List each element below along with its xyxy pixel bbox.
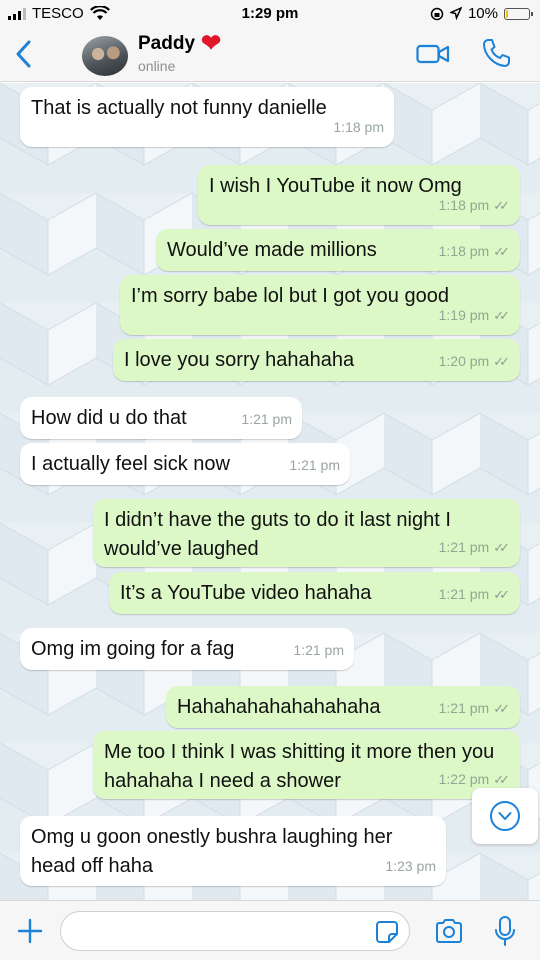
read-ticks-icon: ✓✓	[493, 354, 510, 369]
message-bubble[interactable]: Omg im going for a fag 1:21 pm	[20, 628, 354, 670]
status-bar: TESCO 1:29 pm 10%	[0, 0, 540, 28]
message-bubble[interactable]: Omg u goon onestly bushra laughing her h…	[20, 816, 446, 886]
back-button[interactable]	[14, 38, 34, 75]
message-text: Omg u goon onestly bushra laughing her h…	[31, 826, 393, 877]
message-time: 1:18 pm	[438, 197, 490, 213]
message-bubble[interactable]: I didn’t have the guts to do it last nig…	[93, 499, 520, 567]
message-input[interactable]	[60, 911, 410, 951]
chat-header: Paddy ❤ online	[0, 28, 540, 82]
message-time: 1:21 pm	[438, 539, 490, 555]
phone-icon	[483, 39, 510, 67]
plus-icon	[17, 918, 43, 944]
avatar[interactable]	[82, 36, 128, 76]
voice-call-button[interactable]	[482, 38, 510, 73]
message-bubble[interactable]: That is actually not funny danielle 1:18…	[20, 87, 394, 147]
video-call-icon	[416, 44, 450, 64]
location-icon	[449, 7, 462, 20]
message-time: 1:23 pm	[385, 858, 436, 874]
message-time: 1:21 pm	[293, 642, 344, 658]
rotation-lock-icon	[430, 7, 444, 20]
message-time: 1:18 pm	[333, 119, 384, 135]
message-time: 1:19 pm	[438, 307, 490, 323]
message-time: 1:20 pm	[438, 353, 490, 369]
message-input-bar	[0, 900, 540, 960]
contact-status: online	[138, 58, 176, 74]
microphone-icon	[495, 916, 515, 946]
chevron-left-icon	[16, 40, 31, 68]
read-ticks-icon: ✓✓	[493, 308, 510, 323]
contact-name-text: Paddy	[138, 33, 196, 54]
read-ticks-icon: ✓✓	[493, 587, 510, 602]
message-bubble[interactable]: Hahahahahahahahaha 1:21 pm ✓✓	[166, 686, 520, 728]
chevron-down-icon	[490, 801, 520, 831]
read-ticks-icon: ✓✓	[493, 540, 510, 555]
message-bubble[interactable]: I love you sorry hahahaha 1:20 pm ✓✓	[113, 339, 520, 381]
video-call-button[interactable]	[416, 43, 450, 70]
message-time: 1:21 pm	[289, 457, 340, 473]
chat-area[interactable]: That is actually not funny danielle 1:18…	[0, 83, 540, 900]
heart-emoji: ❤	[201, 30, 222, 57]
message-text: That is actually not funny danielle	[31, 97, 327, 119]
sticker-button[interactable]	[375, 920, 399, 949]
message-bubble[interactable]: I actually feel sick now 1:21 pm	[20, 443, 350, 485]
status-right: 10%	[430, 5, 533, 22]
battery-percent: 10%	[467, 5, 498, 22]
scroll-to-bottom-button[interactable]	[472, 788, 538, 844]
message-bubble[interactable]: I’m sorry babe lol but I got you good 1:…	[120, 275, 520, 335]
message-bubble[interactable]: It’s a YouTube video hahaha 1:21 pm ✓✓	[109, 572, 520, 614]
camera-button[interactable]	[434, 918, 464, 949]
microphone-button[interactable]	[494, 915, 516, 952]
read-ticks-icon: ✓✓	[493, 701, 510, 716]
message-time: 1:21 pm	[241, 411, 292, 427]
message-time: 1:21 pm	[438, 700, 490, 716]
read-ticks-icon: ✓✓	[493, 244, 510, 259]
camera-icon	[436, 919, 462, 943]
sticker-icon	[376, 921, 398, 943]
contact-name[interactable]: Paddy ❤	[138, 32, 221, 56]
message-bubble[interactable]: How did u do that 1:21 pm	[20, 397, 302, 439]
message-time: 1:21 pm	[438, 586, 490, 602]
message-time: 1:18 pm	[438, 243, 490, 259]
attach-button[interactable]	[16, 917, 44, 950]
battery-icon	[504, 7, 533, 20]
message-bubble[interactable]: Me too I think I was shitting it more th…	[93, 731, 520, 799]
message-bubble[interactable]: Would’ve made millions 1:18 pm ✓✓	[156, 229, 520, 271]
message-bubble[interactable]: I wish I YouTube it now Omg 1:18 pm ✓✓	[198, 165, 520, 225]
read-ticks-icon: ✓✓	[493, 198, 510, 213]
